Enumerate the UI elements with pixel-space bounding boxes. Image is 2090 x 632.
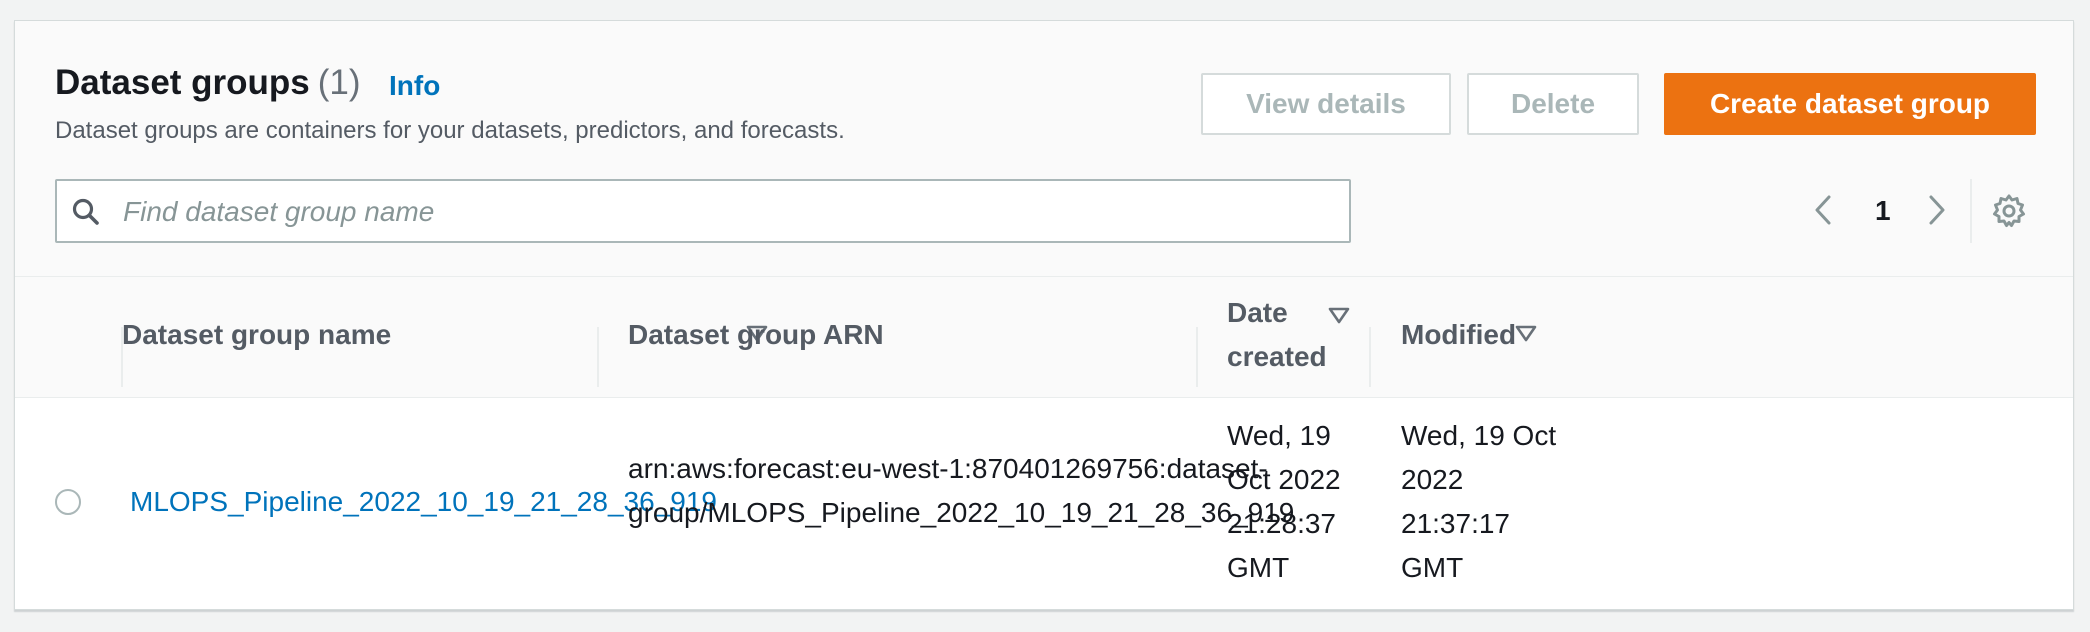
row-select-radio[interactable] bbox=[55, 489, 81, 515]
column-header-date-created-line1: Date bbox=[1227, 297, 1288, 328]
panel-header: Dataset groups (1) Info Dataset groups ar… bbox=[15, 21, 2073, 277]
date-line: 21:37:17 bbox=[1401, 508, 1510, 539]
gear-icon[interactable] bbox=[1991, 193, 2027, 229]
modified-cell: Wed, 19 Oct 2022 21:37:17 GMT bbox=[1401, 414, 1556, 590]
page-title: Dataset groups (1) bbox=[55, 63, 361, 103]
chevron-left-icon[interactable] bbox=[1809, 193, 1839, 227]
date-line: 21:28:37 bbox=[1227, 508, 1336, 539]
search-icon bbox=[72, 198, 99, 225]
item-count: (1) bbox=[317, 63, 361, 102]
column-header-date-created[interactable]: Date created bbox=[1227, 291, 1327, 379]
arn-line: group/MLOPS_Pipeline_2022_10_19_21_28_36… bbox=[628, 497, 1295, 528]
date-line: Oct 2022 bbox=[1227, 464, 1341, 495]
search-field[interactable] bbox=[55, 179, 1351, 243]
title-text: Dataset groups bbox=[55, 63, 310, 102]
column-separator bbox=[1196, 327, 1198, 387]
dataset-group-arn: arn:aws:forecast:eu-west-1:870401269756:… bbox=[628, 447, 1294, 535]
table-row[interactable]: MLOPS_Pipeline_2022_10_19_21_28_36_919 a… bbox=[15, 399, 2073, 609]
date-line: Wed, 19 Oct bbox=[1401, 420, 1557, 451]
delete-button[interactable]: Delete bbox=[1467, 73, 1639, 135]
column-header-arn: Dataset group ARN bbox=[628, 319, 884, 350]
column-separator bbox=[1369, 327, 1371, 387]
create-dataset-group-button[interactable]: Create dataset group bbox=[1664, 73, 2036, 135]
date-line: GMT bbox=[1227, 552, 1290, 583]
info-link[interactable]: Info bbox=[389, 70, 440, 102]
column-header-date-created-line2: created bbox=[1227, 341, 1327, 372]
current-page-number[interactable]: 1 bbox=[1875, 195, 1891, 227]
view-details-button[interactable]: View details bbox=[1201, 73, 1451, 135]
column-separator bbox=[597, 327, 599, 387]
pager-divider bbox=[1970, 179, 1972, 243]
sort-caret-icon[interactable] bbox=[1328, 307, 1350, 325]
date-line: 2022 bbox=[1401, 464, 1464, 495]
page-description: Dataset groups are containers for your d… bbox=[55, 117, 845, 144]
column-header-name[interactable]: Dataset group name bbox=[122, 313, 391, 357]
column-header-modified[interactable]: Modified bbox=[1401, 313, 1516, 357]
date-created-cell: Wed, 19 Oct 2022 21:28:37 GMT bbox=[1227, 414, 1341, 590]
sort-caret-icon[interactable] bbox=[1515, 325, 1537, 343]
chevron-right-icon[interactable] bbox=[1921, 193, 1951, 227]
date-line: GMT bbox=[1401, 552, 1464, 583]
search-input[interactable] bbox=[121, 189, 1325, 235]
arn-line: arn:aws:forecast:eu-west-1:870401269756:… bbox=[628, 453, 1268, 484]
dataset-groups-panel: Dataset groups (1) Info Dataset groups ar… bbox=[14, 20, 2074, 610]
date-line: Wed, 19 bbox=[1227, 420, 1331, 451]
